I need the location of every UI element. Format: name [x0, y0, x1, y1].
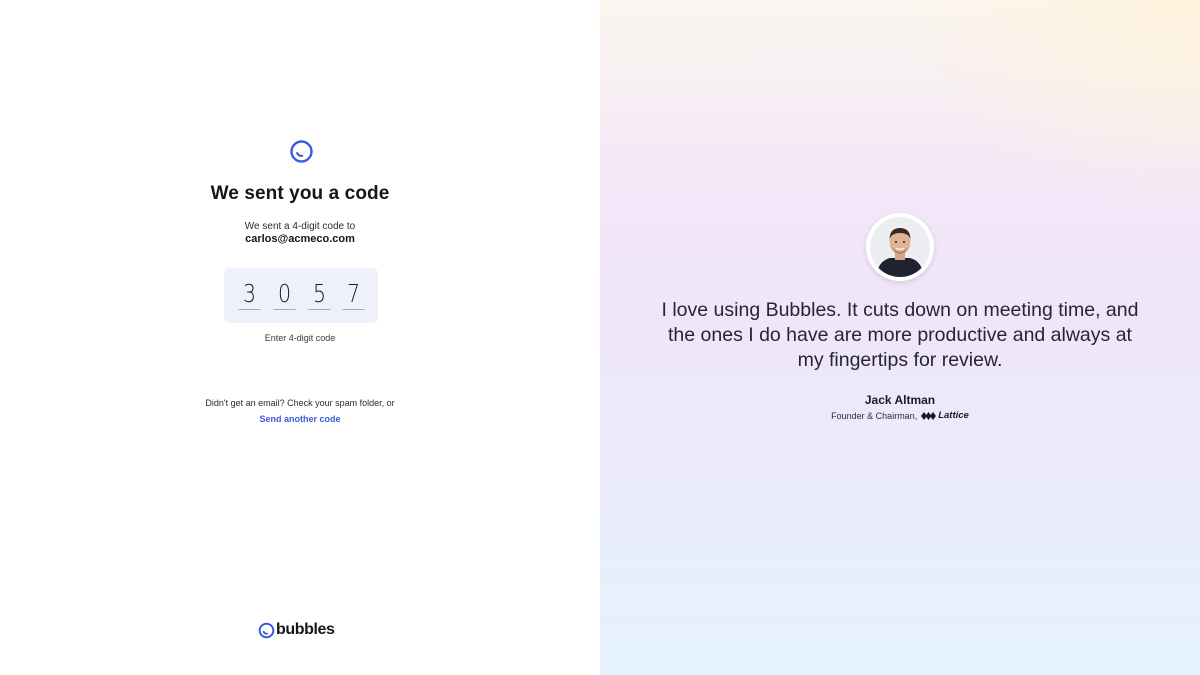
avatar-frame: [866, 213, 934, 281]
code-digit-4[interactable]: 7: [342, 279, 365, 310]
testimonial-quote: I love using Bubbles. It cuts down on me…: [661, 299, 1139, 371]
lattice-logo-icon: [921, 411, 937, 420]
code-digit-3[interactable]: 5: [308, 279, 331, 310]
email-address: carlos@acmeco.com: [245, 233, 355, 245]
auth-panel: We sent you a code We sent a 4-digit cod…: [0, 0, 600, 675]
author-role: Founder & Chairman,: [831, 410, 918, 421]
code-digit-1[interactable]: 3: [238, 279, 261, 310]
avatar: [870, 217, 930, 277]
code-hint: Enter 4-digit code: [264, 333, 336, 343]
bubbles-logo-icon: [290, 140, 313, 163]
sent-description: We sent a 4-digit code to: [244, 221, 356, 232]
send-another-code-link[interactable]: Send another code: [0, 414, 600, 424]
author-role-row: Founder & Chairman, Lattice: [600, 410, 1200, 421]
company-name: Lattice: [938, 410, 969, 421]
bubbles-logo-icon: [258, 622, 275, 638]
page-title: We sent you a code: [210, 183, 390, 204]
company-logo: Lattice: [921, 410, 969, 421]
brand-name: bubbles: [276, 621, 335, 638]
code-digit-2[interactable]: 0: [273, 279, 296, 310]
footer-brand: bubbles: [258, 620, 335, 640]
testimonial-author: Jack Altman: [864, 393, 936, 407]
spam-notice: Didn't get an email? Check your spam fol…: [205, 398, 395, 408]
code-input-group: 3 0 5 7: [224, 268, 378, 323]
